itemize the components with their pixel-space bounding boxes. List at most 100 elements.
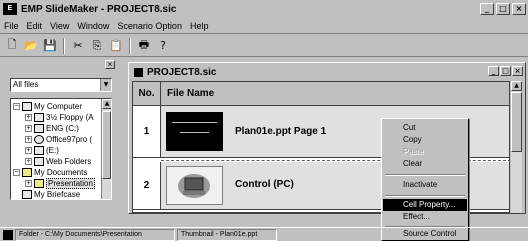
menu-item-inactivate[interactable]: Inactivate [383,179,467,191]
close-pane-icon[interactable] [3,229,13,240]
explorer-pane: × All files ▼ − My Computer + 3½ Floppy … [2,58,117,216]
chevron-down-icon[interactable]: ▼ [100,79,111,91]
menu-item-copy[interactable]: Copy [383,134,467,146]
tree-item-label: My Computer [34,102,83,111]
briefcase-icon [22,190,32,199]
slide-thumbnail[interactable] [166,112,223,151]
expand-icon[interactable]: + [25,114,32,121]
tree-item-my-briefcase[interactable]: My Briefcase [13,189,81,199]
menu-scenario-option[interactable]: Scenario Option [117,21,182,31]
status-folder: Folder - C:\My Documents\Presentation [15,228,175,241]
tree-item-label: Office97pro ( [46,135,93,144]
tree-item-my-computer[interactable]: − My Computer [13,101,82,112]
tree-item-my-documents[interactable]: − My Documents [13,167,87,178]
expand-icon[interactable]: + [25,147,32,154]
collapse-icon[interactable]: − [13,103,20,110]
control-thumbnail[interactable] [166,166,223,205]
file-filter-select[interactable]: All files ▼ [10,78,112,92]
hard-drive-icon [34,124,44,133]
grid-scrollbar[interactable]: ▲ [511,81,522,213]
toolbar: 🗋 📂 💾 ✂ ⎘ 📋 🖶 ? [0,35,528,57]
context-menu: Cut Copy Paste Clear Inactivate Cell Pro… [381,118,469,241]
pc-icon [178,174,210,198]
tree-item-presentation[interactable]: + Presentation [25,178,95,189]
removable-drive-icon [34,146,44,155]
tree-item-label: 3½ Floppy (A [46,113,94,122]
expand-icon[interactable]: + [25,180,32,187]
open-icon[interactable]: 📂 [23,38,39,54]
print-icon[interactable]: 🖶 [136,38,152,54]
tree-scrollbar[interactable]: ▲ [101,99,111,199]
computer-icon [22,102,32,111]
scroll-up-icon[interactable]: ▲ [102,99,111,109]
menu-bar: File Edit View Window Scenario Option He… [0,18,528,34]
column-header-file-name[interactable]: File Name [167,82,214,105]
help-icon[interactable]: ? [155,38,171,54]
menu-item-effect[interactable]: Effect... [383,211,467,223]
tree-item-web-folders[interactable]: + Web Folders [25,156,91,167]
tree-item-label: (E:) [46,146,59,155]
expand-icon[interactable]: + [25,136,32,143]
paste-icon[interactable]: 📋 [108,38,124,54]
copy-icon[interactable]: ⎘ [89,38,105,54]
menu-view[interactable]: View [50,21,69,31]
scroll-thumb[interactable] [511,92,522,152]
doc-maximize-button[interactable]: □ [500,66,511,76]
menu-separator [385,195,465,197]
new-icon[interactable]: 🗋 [4,38,20,54]
collapse-icon[interactable]: − [13,169,20,176]
menu-help[interactable]: Help [190,21,209,31]
tree-item-floppy[interactable]: + 3½ Floppy (A [25,112,94,123]
doc-minimize-button[interactable]: _ [488,66,499,76]
menu-edit[interactable]: Edit [27,21,43,31]
status-thumbnail: Thumbnail - Plan01e.ppt [177,228,277,241]
toolbar-separator [63,37,65,54]
menu-item-clear[interactable]: Clear [383,158,467,170]
status-bar: Folder - C:\My Documents\Presentation Th… [0,227,528,241]
tree-item-label: My Documents [34,168,88,177]
menu-item-paste: Paste [403,147,424,156]
menu-item-cell-property[interactable]: Cell Property... [383,199,467,211]
toolbar-separator [129,37,131,54]
open-folder-icon [34,179,44,188]
row-number: 1 [133,106,161,157]
maximize-button[interactable]: □ [496,3,510,15]
app-logo-icon: E [3,3,17,15]
menu-window[interactable]: Window [77,21,109,31]
pane-close-button[interactable]: × [105,60,115,69]
tree-item-eng-c[interactable]: + ENG (C:) [25,123,79,134]
document-title: PROJECT8.sic [147,66,217,78]
doc-close-button[interactable]: × [512,66,523,76]
grid-header: No. File Name [133,82,509,106]
expand-icon[interactable]: + [25,158,32,165]
minimize-button[interactable]: _ [480,3,494,15]
menu-file[interactable]: File [4,21,19,31]
column-header-no[interactable]: No. [133,82,161,105]
expand-icon[interactable]: + [25,125,32,132]
window-title: EMP SlideMaker - PROJECT8.sic [21,3,177,15]
tree-item-label: Web Folders [46,157,92,166]
menu-separator [385,174,465,176]
scroll-up-icon[interactable]: ▲ [511,81,522,91]
tree-item-label: ENG (C:) [46,124,79,133]
web-folder-icon [34,157,44,166]
cut-icon[interactable]: ✂ [70,38,86,54]
tree-item-label: My Briefcase [34,190,81,199]
row-number: 2 [133,162,161,209]
menu-item-cut[interactable]: Cut [383,122,467,134]
save-icon[interactable]: 💾 [42,38,58,54]
tree-item-label: Presentation [46,178,95,189]
scroll-thumb[interactable] [102,111,111,179]
tree-item-e-drive[interactable]: + (E:) [25,145,59,156]
cd-drive-icon [34,135,44,144]
close-button[interactable]: × [512,3,526,15]
document-title-bar: PROJECT8.sic _ □ × [131,65,523,79]
slide-thumbnail[interactable] [166,212,223,213]
tree-item-office97pro[interactable]: + Office97pro ( [25,134,92,145]
row-file-name: Plan01e.ppt Page 1 [235,126,327,137]
row-file-name: Control (PC) [235,179,294,190]
title-bar: E EMP SlideMaker - PROJECT8.sic _ □ × [0,0,528,18]
folder-tree: − My Computer + 3½ Floppy (A + ENG (C:) … [10,98,112,200]
file-filter-value: All files [13,80,39,89]
floppy-drive-icon [34,113,44,122]
